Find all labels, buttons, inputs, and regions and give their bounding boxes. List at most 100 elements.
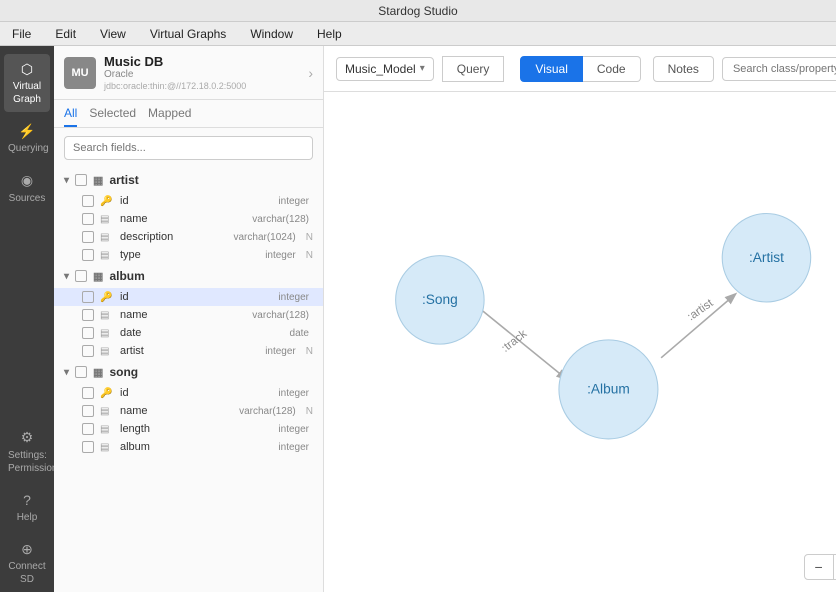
menu-view[interactable]: View — [96, 25, 130, 43]
field-song-name[interactable]: ▤ name varchar(128) N — [54, 402, 323, 420]
field-artist-type-flag: N — [306, 250, 313, 261]
field-artist-name-checkbox[interactable] — [82, 213, 94, 225]
toggle-song-icon: ▾ — [64, 367, 69, 378]
visual-code-tabs: Visual Code — [520, 56, 640, 82]
field-artist-type-checkbox[interactable] — [82, 249, 94, 261]
db-panel: MU Music DB Oracle jdbc:oracle:thin:@//1… — [54, 46, 324, 592]
field-artist-desc-name: description — [120, 231, 228, 243]
field-artist-id-checkbox[interactable] — [82, 195, 94, 207]
db-expand-button[interactable]: › — [308, 65, 313, 81]
table-album-checkbox[interactable] — [75, 270, 87, 282]
field-album-artist[interactable]: ▤ artist integer N — [54, 342, 323, 360]
nav-sidebar: ⬡ Virtual Graph ⚡ Querying ◉ Sources ⚙ S… — [0, 46, 54, 592]
code-tab[interactable]: Code — [583, 56, 641, 82]
field-artist-id[interactable]: 🔑 id integer — [54, 192, 323, 210]
db-avatar: MU — [64, 57, 96, 89]
field-album-date[interactable]: ▤ date date — [54, 324, 323, 342]
field-album-date-checkbox[interactable] — [82, 327, 94, 339]
field-song-album-checkbox[interactable] — [82, 441, 94, 453]
field-artist-desc-type: varchar(1024) — [234, 232, 296, 243]
search-wrap — [54, 128, 323, 168]
col-icon: ▤ — [100, 346, 114, 357]
title-bar: Stardog Studio — [0, 0, 836, 22]
sidebar-item-help[interactable]: ? Help — [4, 485, 50, 530]
table-song-checkbox[interactable] — [75, 366, 87, 378]
field-song-name-checkbox[interactable] — [82, 405, 94, 417]
node-album-label: :Album — [587, 382, 630, 397]
canvas-area[interactable]: :track :artist :Song :Artist :Album − 20… — [324, 92, 836, 592]
table-artist-checkbox[interactable] — [75, 174, 87, 186]
app-body: ⬡ Virtual Graph ⚡ Querying ◉ Sources ⚙ S… — [0, 46, 836, 592]
tab-mapped[interactable]: Mapped — [148, 106, 191, 127]
table-song-header[interactable]: ▾ ▦ song — [54, 360, 323, 384]
field-album-name[interactable]: ▤ name varchar(128) — [54, 306, 323, 324]
field-song-album-name: album — [120, 441, 272, 453]
field-song-id-type: integer — [278, 388, 309, 399]
field-song-album-type: integer — [278, 442, 309, 453]
table-album-icon: ▦ — [93, 270, 103, 283]
field-album-id-checkbox[interactable] — [82, 291, 94, 303]
menu-virtual-graphs[interactable]: Virtual Graphs — [146, 25, 230, 43]
db-name: Music DB — [104, 54, 300, 69]
field-song-id[interactable]: 🔑 id integer — [54, 384, 323, 402]
col-icon: ▤ — [100, 232, 114, 243]
sidebar-item-virtual-graph[interactable]: ⬡ Virtual Graph — [4, 54, 50, 112]
search-fields-input[interactable] — [64, 136, 313, 160]
field-artist-type-name: type — [120, 249, 259, 261]
table-song-label: song — [109, 365, 138, 379]
field-song-length[interactable]: ▤ length integer — [54, 420, 323, 438]
col-icon: ▤ — [100, 310, 114, 321]
field-song-id-checkbox[interactable] — [82, 387, 94, 399]
tab-all[interactable]: All — [64, 106, 77, 127]
zoom-out-button[interactable]: − — [805, 555, 834, 579]
db-header: MU Music DB Oracle jdbc:oracle:thin:@//1… — [54, 46, 323, 100]
tab-selected[interactable]: Selected — [89, 106, 136, 127]
sidebar-item-querying[interactable]: ⚡ Querying — [4, 116, 50, 161]
field-artist-id-type: integer — [278, 196, 309, 207]
key-icon: 🔑 — [100, 388, 114, 399]
col-icon: ▤ — [100, 250, 114, 261]
field-artist-name-type: varchar(128) — [252, 214, 309, 225]
visual-tab[interactable]: Visual — [520, 56, 582, 82]
model-selector[interactable]: Music_Model ▾ — [336, 57, 434, 81]
table-artist-header[interactable]: ▾ ▦ artist — [54, 168, 323, 192]
table-album-header[interactable]: ▾ ▦ album — [54, 264, 323, 288]
db-uri: jdbc:oracle:thin:@//172.18.0.2:5000 — [104, 81, 300, 91]
help-icon: ? — [8, 491, 46, 509]
field-artist-desc-checkbox[interactable] — [82, 231, 94, 243]
field-album-id[interactable]: 🔑 id integer — [54, 288, 323, 306]
col-icon: ▤ — [100, 328, 114, 339]
field-album-artist-checkbox[interactable] — [82, 345, 94, 357]
sidebar-item-settings[interactable]: ⚙ Settings: Permissions — [4, 422, 50, 480]
field-artist-type[interactable]: ▤ type integer N — [54, 246, 323, 264]
zoom-controls: − 20% + — [804, 554, 836, 580]
table-artist-icon: ▦ — [93, 174, 103, 187]
menu-bar: File Edit View Virtual Graphs Window Hel… — [0, 22, 836, 46]
sources-icon: ◉ — [8, 171, 46, 189]
field-song-album[interactable]: ▤ album integer — [54, 438, 323, 456]
table-list: ▾ ▦ artist 🔑 id integer ▤ name varchar(1… — [54, 168, 323, 592]
main-area: Music_Model ▾ Query Visual Code Notes — [324, 46, 836, 592]
field-artist-description[interactable]: ▤ description varchar(1024) N — [54, 228, 323, 246]
field-album-date-name: date — [120, 327, 284, 339]
menu-help[interactable]: Help — [313, 25, 346, 43]
field-tab-row: All Selected Mapped — [54, 100, 323, 128]
model-name: Music_Model — [345, 62, 416, 76]
search-property-input[interactable] — [722, 57, 836, 81]
menu-window[interactable]: Window — [246, 25, 297, 43]
col-icon: ▤ — [100, 406, 114, 417]
field-song-length-checkbox[interactable] — [82, 423, 94, 435]
field-album-name-name: name — [120, 309, 246, 321]
menu-file[interactable]: File — [8, 25, 35, 43]
sidebar-item-connect[interactable]: ⊕ Connect SD — [4, 534, 50, 592]
field-album-name-checkbox[interactable] — [82, 309, 94, 321]
notes-button[interactable]: Notes — [653, 56, 714, 82]
field-artist-name[interactable]: ▤ name varchar(128) — [54, 210, 323, 228]
key-icon: 🔑 — [100, 292, 114, 303]
field-album-id-type: integer — [278, 292, 309, 303]
menu-edit[interactable]: Edit — [51, 25, 80, 43]
query-tab[interactable]: Query — [442, 56, 505, 82]
field-song-name-name: name — [120, 405, 233, 417]
sidebar-item-sources[interactable]: ◉ Sources — [4, 165, 50, 210]
field-album-artist-flag: N — [306, 346, 313, 357]
